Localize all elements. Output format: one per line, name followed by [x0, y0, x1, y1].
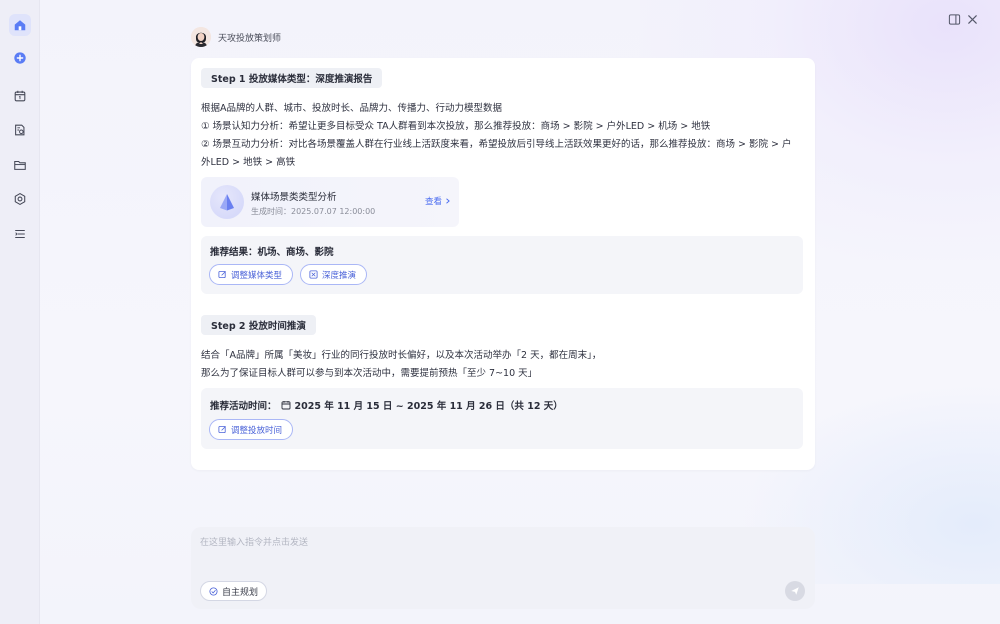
- adjust-time-label: 调整投放时间: [231, 425, 283, 436]
- toggle-panel-icon[interactable]: [946, 11, 962, 27]
- step1-line: ② 场景互动力分析：对比各场景覆盖人群在行业线上活跃度来看，希望投放后引导线上活…: [201, 139, 792, 150]
- response-card: Step 1 投放媒体类型：深度推演报告 根据A品牌的人群、城市、投放时长、品牌…: [191, 58, 815, 470]
- report-icon[interactable]: [9, 119, 31, 141]
- adjust-media-type-button[interactable]: 调整媒体类型: [209, 264, 294, 285]
- step2-result-box: 推荐活动时间： 2025 年 11 月 15 日 ~ 2025 年 11 月 2…: [201, 388, 803, 449]
- calendar-icon: [281, 401, 290, 410]
- agent-header: 天攻投放策划师: [191, 27, 281, 47]
- step1-result-label: 推荐结果：机场、商场、影院: [210, 247, 334, 258]
- calendar-icon[interactable]: [9, 85, 31, 107]
- deduce-icon: [309, 270, 318, 279]
- step1-line: 根据A品牌的人群、城市、投放时长、品牌力、传播力、行动力模型数据: [201, 103, 502, 114]
- analysis-time: 生成时间：2025.07.07 12:00:00: [251, 207, 376, 216]
- auto-plan-label: 自主规划: [222, 587, 259, 598]
- adjust-time-button[interactable]: 调整投放时间: [209, 419, 294, 440]
- agent-name: 天攻投放策划师: [218, 33, 282, 44]
- step2-title: Step 2 投放时间推演: [201, 315, 316, 335]
- pyramid-icon: [210, 185, 244, 219]
- step2-line: 结合「A品牌」所属「美妆」行业的同行投放时长偏好，以及本次活动举办「2 天，都在…: [201, 350, 602, 361]
- step1-line: ① 场景认知力分析：希望让更多目标受众 TA人群看到本次投放，那么推荐投放：商场…: [201, 121, 711, 132]
- step1-line: 外LED > 地铁 > 高铁: [201, 157, 296, 168]
- analysis-title: 媒体场景类类型分析: [251, 192, 337, 203]
- step2-result-label: 推荐活动时间：: [210, 401, 277, 412]
- send-button[interactable]: [785, 581, 805, 601]
- auto-plan-button[interactable]: 自主规划: [200, 581, 268, 601]
- step2-result: 推荐活动时间： 2025 年 11 月 15 日 ~ 2025 年 11 月 2…: [210, 398, 563, 412]
- chat-input[interactable]: 在这里输入指令并点击发送: [200, 535, 308, 548]
- send-icon: [791, 587, 799, 595]
- adjust-media-type-label: 调整媒体类型: [231, 270, 283, 281]
- deep-deduce-label: 深度推演: [322, 270, 357, 281]
- step2-result-value: 2025 年 11 月 15 日 ~ 2025 年 11 月 26 日（共 12…: [294, 401, 563, 412]
- sidebar: [0, 0, 40, 624]
- list-icon[interactable]: [9, 223, 31, 245]
- step1-title: Step 1 投放媒体类型：深度推演报告: [201, 68, 383, 88]
- edit-icon: [218, 425, 226, 434]
- step2-line: 那么为了保证目标人群可以参与到本次活动中，需要提前预热「至少 7~10 天」: [201, 368, 538, 379]
- deep-deduce-button[interactable]: 深度推演: [300, 264, 368, 285]
- new-chat-icon[interactable]: [9, 47, 31, 69]
- avatar: [191, 27, 211, 47]
- edit-icon: [218, 270, 226, 279]
- home-icon[interactable]: [9, 14, 31, 36]
- chevron-right-icon: [446, 198, 450, 204]
- view-link[interactable]: 查看: [425, 195, 451, 207]
- folder-icon[interactable]: [9, 154, 31, 176]
- chat-input-area[interactable]: 在这里输入指令并点击发送 自主规划: [191, 527, 815, 609]
- analysis-card[interactable]: 媒体场景类类型分析 生成时间：2025.07.07 12:00:00 查看: [201, 177, 459, 227]
- plan-icon: [209, 586, 218, 596]
- settings-icon[interactable]: [9, 188, 31, 210]
- view-label: 查看: [425, 197, 443, 207]
- step1-result-box: 推荐结果：机场、商场、影院 调整媒体类型 深度推演: [201, 236, 803, 294]
- close-icon[interactable]: [964, 11, 980, 27]
